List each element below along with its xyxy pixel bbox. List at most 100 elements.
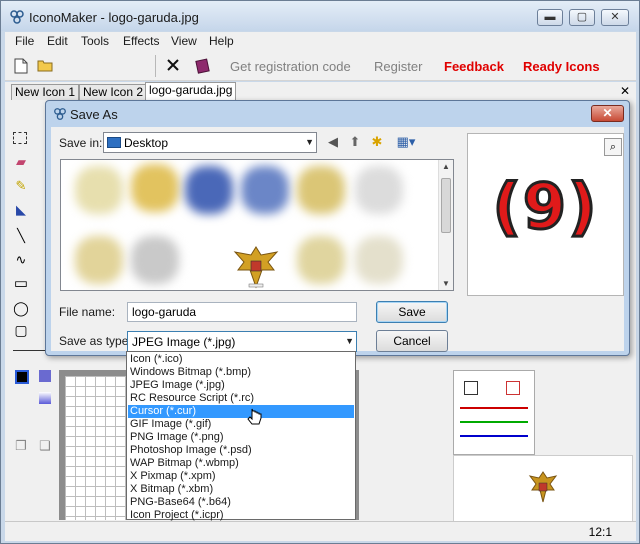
feedback-link[interactable]: Feedback xyxy=(444,59,504,74)
garuda-thumbnail xyxy=(528,471,558,503)
blurred-file-thumb[interactable] xyxy=(131,164,179,212)
red-slider[interactable] xyxy=(460,407,528,409)
file-type-option[interactable]: PNG-Base64 (*.b64) xyxy=(128,496,354,509)
save-in-select[interactable]: Desktop ▼ xyxy=(103,132,317,153)
garuda-file-thumb[interactable] xyxy=(227,244,285,290)
file-type-option[interactable]: X Bitmap (*.xbm) xyxy=(128,483,354,496)
dialog-title: Save As xyxy=(70,107,118,122)
dialog-close-button[interactable]: ✕ xyxy=(591,105,624,122)
dialog-body: Save in: Desktop ▼ ◀ ⬆ ✱ ▦▾ ▲ ▼ ⌕ (9) Fi… xyxy=(51,127,624,352)
color-mode-alt-icon[interactable] xyxy=(506,381,520,395)
file-type-option[interactable]: RC Resource Script (*.rc) xyxy=(128,392,354,405)
blurred-file-thumb[interactable] xyxy=(355,166,403,214)
close-icon: ✕ xyxy=(610,11,620,23)
close-x-icon[interactable] xyxy=(165,58,181,74)
file-type-option[interactable]: X Pixmap (*.xpm) xyxy=(128,470,354,483)
cancel-button[interactable]: Cancel xyxy=(376,330,448,352)
color-panel xyxy=(453,370,535,455)
ellipse-tool-icon[interactable]: ◯ xyxy=(13,300,29,316)
file-type-option[interactable]: JPEG Image (*.jpg) xyxy=(128,379,354,392)
tab-logo-garuda[interactable]: logo-garuda.jpg xyxy=(145,82,237,100)
menu-effects[interactable]: Effects xyxy=(123,34,159,48)
get-registration-code-link[interactable]: Get registration code xyxy=(230,59,351,74)
minimize-button[interactable]: ▬ xyxy=(537,9,563,26)
rect-select-icon[interactable] xyxy=(13,132,27,144)
scroll-up-icon[interactable]: ▲ xyxy=(442,162,450,171)
file-type-option[interactable]: Photoshop Image (*.psd) xyxy=(128,444,354,457)
fill-bucket-icon[interactable]: ◣ xyxy=(13,202,29,218)
rectangle-tool-icon[interactable]: ▭ xyxy=(13,276,29,292)
blurred-file-thumb[interactable] xyxy=(297,236,345,284)
up-folder-icon[interactable]: ⬆ xyxy=(347,134,363,150)
green-slider[interactable] xyxy=(460,421,528,423)
blurred-file-thumb[interactable] xyxy=(75,166,123,214)
save-as-type-select[interactable]: JPEG Image (*.jpg) ▼ xyxy=(127,331,357,352)
zoom-level: 12:1 xyxy=(588,525,612,539)
close-button[interactable]: ✕ xyxy=(601,9,629,26)
color-mode-icon[interactable] xyxy=(464,381,478,395)
dialog-title-bar: Save As ✕ xyxy=(46,101,629,127)
save-as-dialog: Save As ✕ Save in: Desktop ▼ ◀ ⬆ ✱ ▦▾ ▲ … xyxy=(45,100,630,356)
file-type-option[interactable]: PNG Image (*.png) xyxy=(128,431,354,444)
save-button[interactable]: Save xyxy=(376,301,448,323)
file-type-option[interactable]: Windows Bitmap (*.bmp) xyxy=(128,366,354,379)
file-list[interactable]: ▲ ▼ xyxy=(60,159,454,291)
file-type-option[interactable]: WAP Bitmap (*.wbmp) xyxy=(128,457,354,470)
title-bar: IconoMaker - logo-garuda.jpg ▬ ▢ ✕ xyxy=(1,1,639,31)
file-list-scrollbar[interactable]: ▲ ▼ xyxy=(438,160,453,290)
file-type-option[interactable]: GIF Image (*.gif) xyxy=(128,418,354,431)
save-as-type-label: Save as type: xyxy=(59,334,132,348)
pencil-icon[interactable]: ✎ xyxy=(13,178,29,194)
file-type-dropdown-list[interactable]: Icon (*.ico) Windows Bitmap (*.bmp) JPEG… xyxy=(126,351,356,522)
background-color-swatch[interactable] xyxy=(39,370,51,382)
maximize-icon: ▢ xyxy=(576,11,588,23)
file-type-option-selected[interactable]: Cursor (*.cur) xyxy=(128,405,354,418)
back-icon[interactable]: ◀ xyxy=(325,134,341,150)
open-folder-icon[interactable] xyxy=(37,58,53,74)
garuda-emblem-icon xyxy=(233,246,279,289)
menu-view[interactable]: View xyxy=(171,34,197,48)
paste-icon[interactable]: ❑ xyxy=(37,438,53,454)
blurred-file-thumb[interactable] xyxy=(185,166,233,214)
new-folder-icon[interactable]: ✱ xyxy=(369,134,385,150)
gradient-swatch[interactable] xyxy=(39,392,51,404)
blurred-file-thumb[interactable] xyxy=(131,236,179,284)
file-name-field[interactable]: logo-garuda xyxy=(127,302,357,322)
icon-preview-panel xyxy=(453,455,633,525)
curve-tool-icon[interactable]: ∿ xyxy=(13,252,29,268)
foreground-color-swatch[interactable] xyxy=(15,370,29,384)
register-link[interactable]: Register xyxy=(374,59,422,74)
preview-zoom-icon[interactable]: ⌕ xyxy=(604,138,622,156)
close-tab-icon[interactable]: ✕ xyxy=(620,84,630,98)
new-file-icon[interactable] xyxy=(13,58,29,74)
menu-help[interactable]: Help xyxy=(209,34,234,48)
file-name-label: File name: xyxy=(59,305,116,319)
menu-tools[interactable]: Tools xyxy=(81,34,109,48)
blurred-file-thumb[interactable] xyxy=(297,166,345,214)
view-menu-icon[interactable]: ▦▾ xyxy=(393,134,419,150)
eraser-icon[interactable]: ▰ xyxy=(13,154,29,170)
book-icon[interactable] xyxy=(195,58,211,74)
menu-file[interactable]: File xyxy=(15,34,34,48)
blurred-file-thumb[interactable] xyxy=(355,236,403,284)
menu-bar: File Edit Tools Effects View Help xyxy=(5,32,636,51)
blurred-file-thumb[interactable] xyxy=(75,236,123,284)
tab-new-icon-2[interactable]: New Icon 2 xyxy=(79,84,148,100)
ready-icons-link[interactable]: Ready Icons xyxy=(523,59,600,74)
rounded-rect-tool-icon[interactable]: ▢ xyxy=(13,322,29,338)
minimize-icon: ▬ xyxy=(544,11,556,23)
scroll-down-icon[interactable]: ▼ xyxy=(442,279,450,288)
desktop-icon xyxy=(107,137,121,148)
line-tool-icon[interactable]: ╲ xyxy=(13,228,29,244)
file-type-option[interactable]: Icon (*.ico) xyxy=(128,353,354,366)
scrollbar-thumb[interactable] xyxy=(441,178,451,233)
menu-edit[interactable]: Edit xyxy=(47,34,68,48)
maximize-button[interactable]: ▢ xyxy=(569,9,595,26)
copy-icon[interactable]: ❐ xyxy=(13,438,29,454)
blurred-file-thumb[interactable] xyxy=(241,166,289,214)
window-title: IconoMaker - logo-garuda.jpg xyxy=(29,10,199,25)
toolbar-separator xyxy=(155,55,156,77)
blue-slider[interactable] xyxy=(460,435,528,437)
tab-new-icon-1[interactable]: New Icon 1 xyxy=(11,84,80,100)
file-type-option[interactable]: Icon Project (*.icpr) xyxy=(128,509,354,522)
